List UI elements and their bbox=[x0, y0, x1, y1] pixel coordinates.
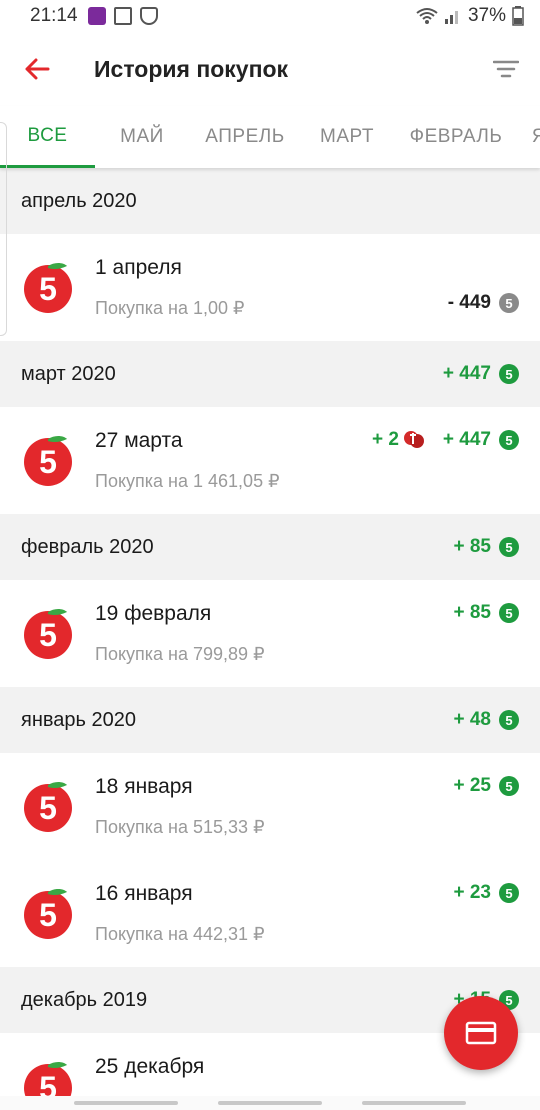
item-date: 1 апреля bbox=[95, 256, 182, 279]
month-tabs: ВСЕ МАЙ АПРЕЛЬ МАРТ ФЕВРАЛЬ Я bbox=[0, 106, 540, 168]
section-title: апрель 2020 bbox=[21, 189, 137, 212]
bonus-coin-icon: 5 bbox=[499, 603, 519, 623]
edge-handle[interactable] bbox=[0, 122, 7, 336]
item-bonus: + 23 5 bbox=[453, 882, 519, 904]
tab-april[interactable]: АПРЕЛЬ bbox=[189, 106, 301, 168]
battery-icon bbox=[512, 6, 524, 26]
bonus-coin-icon: 5 bbox=[499, 364, 519, 384]
extra-bonus: + 2 bbox=[372, 429, 429, 451]
list-item[interactable]: 16 января Покупка на 442,31 ₽ + 23 5 bbox=[0, 860, 540, 967]
item-date: 19 февраля bbox=[95, 602, 212, 625]
item-sum: Покупка на 442,31 ₽ bbox=[95, 924, 265, 944]
card-fab-button[interactable] bbox=[444, 996, 518, 1070]
item-date: 27 марта bbox=[95, 429, 183, 452]
tab-march[interactable]: МАРТ bbox=[301, 106, 393, 168]
store-logo-icon bbox=[21, 433, 75, 487]
bonus-value: + 25 bbox=[453, 775, 491, 796]
bonus-coin-icon: 5 bbox=[499, 293, 519, 313]
bonus-value: + 85 bbox=[453, 602, 491, 623]
extra-bonus-value: + 2 bbox=[371, 429, 399, 450]
section-total-value: + 85 bbox=[453, 536, 491, 557]
status-time: 21:14 bbox=[30, 5, 78, 26]
section-title: март 2020 bbox=[21, 362, 116, 385]
battery-percent: 37% bbox=[467, 5, 506, 26]
list-item[interactable]: 27 марта Покупка на 1 461,05 ₽ + 2 + 447… bbox=[0, 407, 540, 514]
store-logo-icon bbox=[21, 886, 75, 940]
shield-icon bbox=[139, 7, 158, 25]
filter-button[interactable] bbox=[492, 55, 520, 83]
store-logo-icon bbox=[21, 779, 75, 833]
back-arrow-icon[interactable] bbox=[24, 58, 50, 80]
section-total: + 85 5 bbox=[453, 536, 519, 558]
nav-handle[interactable] bbox=[74, 1101, 178, 1105]
item-date: 18 января bbox=[95, 775, 193, 798]
app-bar: История покупок bbox=[0, 32, 540, 106]
tab-may[interactable]: МАЙ bbox=[95, 106, 189, 168]
tab-february[interactable]: ФЕВРАЛЬ bbox=[393, 106, 519, 168]
tab-all[interactable]: ВСЕ bbox=[0, 106, 95, 168]
item-date: 25 декабря bbox=[95, 1055, 205, 1078]
bonus-coin-icon: 5 bbox=[499, 776, 519, 796]
bonus-value: - 449 bbox=[447, 292, 491, 313]
list-item[interactable]: 18 января Покупка на 515,33 ₽ + 25 5 bbox=[0, 753, 540, 860]
bonus-value: + 447 bbox=[442, 429, 491, 450]
section-total: + 447 5 bbox=[443, 363, 519, 385]
section-total-value: + 447 bbox=[442, 363, 491, 384]
section-header: февраль 2020 + 85 5 bbox=[0, 514, 540, 580]
section-title: январь 2020 bbox=[21, 708, 136, 731]
card-icon bbox=[465, 1021, 497, 1045]
nav-handle[interactable] bbox=[218, 1101, 322, 1105]
section-total: + 48 5 bbox=[453, 709, 519, 731]
item-date: 16 января bbox=[95, 882, 193, 905]
item-sum: Покупка на 1,00 ₽ bbox=[95, 298, 245, 318]
wifi-icon bbox=[416, 8, 438, 24]
system-nav-bar bbox=[0, 1096, 540, 1110]
app-notification-icon bbox=[87, 7, 106, 25]
section-header: март 2020 + 447 5 bbox=[0, 341, 540, 407]
nav-handle[interactable] bbox=[362, 1101, 466, 1105]
status-bar: 21:14 37% bbox=[0, 0, 540, 32]
filter-icon bbox=[493, 60, 519, 78]
section-total-value: + 48 bbox=[453, 709, 491, 730]
store-logo-icon bbox=[21, 260, 75, 314]
image-icon bbox=[113, 7, 132, 25]
item-sum: Покупка на 1 461,05 ₽ bbox=[95, 471, 280, 491]
item-bonus: + 25 5 bbox=[453, 775, 519, 797]
item-bonus: + 85 5 bbox=[453, 602, 519, 624]
item-sum: Покупка на 799,89 ₽ bbox=[95, 644, 265, 664]
bonus-coin-icon: 5 bbox=[499, 430, 519, 450]
promo-sticker-icon bbox=[403, 431, 424, 448]
item-bonus: - 449 5 bbox=[448, 292, 519, 314]
section-header: январь 2020 + 48 5 bbox=[0, 687, 540, 753]
section-header: апрель 2020 bbox=[0, 168, 540, 234]
item-sum: Покупка на 515,33 ₽ bbox=[95, 817, 265, 837]
item-bonus: + 2 + 447 5 bbox=[372, 429, 519, 451]
list-item[interactable]: 19 февраля Покупка на 799,89 ₽ + 85 5 bbox=[0, 580, 540, 687]
list-item[interactable]: 1 апреля Покупка на 1,00 ₽ - 449 5 bbox=[0, 234, 540, 341]
signal-icon bbox=[444, 11, 458, 24]
section-title: февраль 2020 bbox=[21, 535, 154, 558]
bonus-coin-icon: 5 bbox=[499, 710, 519, 730]
store-logo-icon bbox=[21, 606, 75, 660]
tab-january[interactable]: Я bbox=[519, 106, 540, 168]
bonus-value: + 23 bbox=[453, 882, 491, 903]
section-title: декабрь 2019 bbox=[21, 988, 148, 1011]
page-title: История покупок bbox=[94, 55, 289, 82]
bonus-coin-icon: 5 bbox=[499, 537, 519, 557]
bonus-coin-icon: 5 bbox=[499, 883, 519, 903]
history-list: апрель 2020 1 апреля Покупка на 1,00 ₽ -… bbox=[0, 168, 540, 1110]
